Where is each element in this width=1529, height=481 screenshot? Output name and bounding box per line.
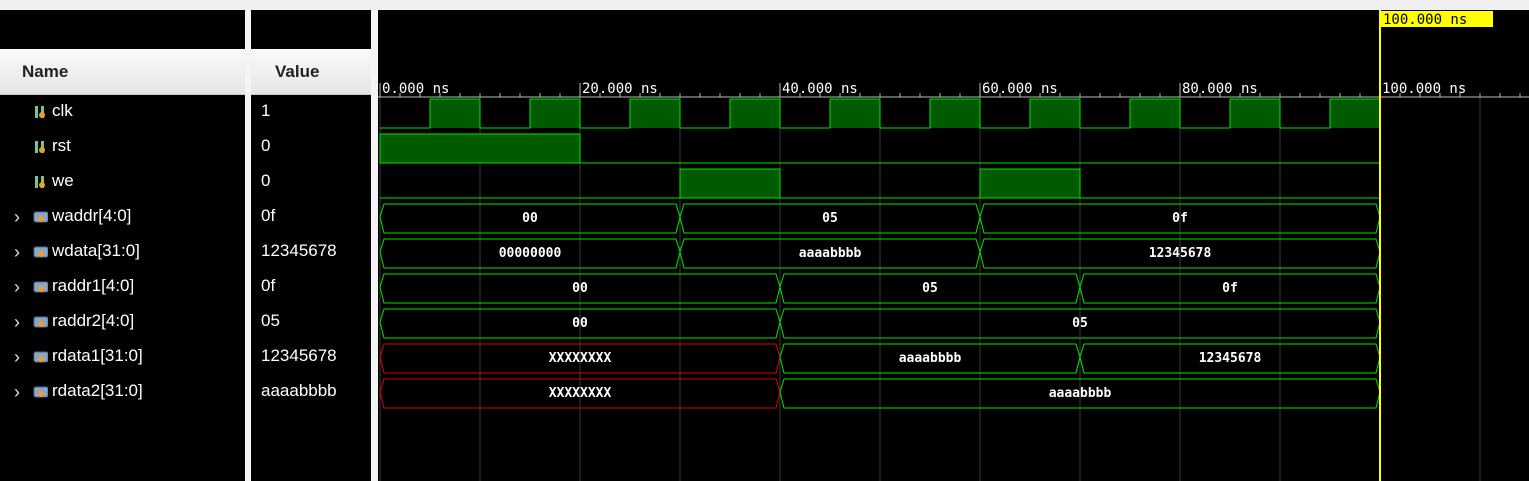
ruler-tick-label: 60.000 ns	[982, 81, 1058, 97]
bus-segment-label: XXXXXXXX	[549, 351, 612, 366]
bus-segment-label: 12345678	[1199, 351, 1262, 366]
signal-value: aaaabbbb	[261, 381, 337, 400]
we-high-fill	[979, 168, 1081, 199]
pane-splitter[interactable]	[371, 10, 378, 481]
bus-segment-label: 12345678	[1149, 246, 1212, 261]
signal-row-raddr1[interactable]: › raddr1[4:0] 0f	[0, 270, 371, 305]
clk-high-fill	[1030, 99, 1080, 128]
signal-name: wdata[31:0]	[52, 241, 140, 260]
ruler-tick-label: 80.000 ns	[1182, 81, 1258, 97]
bus-segment-label: 00000000	[499, 246, 562, 261]
we-high-fill	[679, 168, 781, 199]
bus-segment-label: 0f	[1172, 211, 1188, 226]
signal-row-raddr2[interactable]: › raddr2[4:0] 05	[0, 305, 371, 340]
bus-signal-icon	[33, 316, 48, 328]
signal-row-rdata2[interactable]: › rdata2[31:0] aaaabbbb	[0, 375, 371, 410]
clk-high-fill	[530, 99, 580, 128]
clk-high-fill	[730, 99, 780, 128]
rst-high-fill	[379, 133, 581, 164]
name-column-header[interactable]: Name	[0, 49, 245, 95]
ruler-tick-label: 100.000 ns	[1382, 81, 1466, 97]
bus-signal-icon	[33, 386, 48, 398]
bus-segment-label: 05	[1072, 316, 1088, 331]
bus-segment-label: 0f	[1222, 281, 1238, 296]
signal-name: rdata2[31:0]	[52, 381, 143, 400]
bus-signal-icon	[33, 246, 48, 258]
signal-value: 1	[261, 101, 271, 120]
signal-row-we[interactable]: we 0	[0, 165, 371, 200]
bit-signal-icon	[35, 106, 45, 118]
bus-segment-label: 00	[572, 281, 588, 296]
expand-chevron-icon[interactable]: ›	[14, 313, 24, 331]
signal-row-waddr[interactable]: › waddr[4:0] 0f	[0, 200, 371, 235]
bit-signal-icon	[35, 176, 45, 188]
bus-segment-label: aaaabbbb	[899, 351, 962, 366]
clk-high-fill	[1330, 99, 1380, 128]
expand-chevron-icon[interactable]: ›	[14, 383, 24, 401]
ruler-tick-label: 0.000 ns	[382, 81, 449, 97]
ruler-tick-label: 40.000 ns	[782, 81, 858, 97]
signal-value: 12345678	[261, 346, 337, 365]
clk-waveform	[380, 98, 1381, 129]
bit-signal-icon	[35, 141, 45, 153]
signal-name: waddr[4:0]	[52, 206, 132, 225]
signal-name: we	[52, 171, 74, 190]
signal-row-clk[interactable]: clk 1	[0, 95, 371, 130]
bus-signal-icon	[33, 281, 48, 293]
signal-value: 05	[261, 311, 280, 330]
bus-signal-icon	[33, 211, 48, 223]
bus-segment-label: aaaabbbb	[1049, 386, 1112, 401]
signal-name: rdata1[31:0]	[52, 346, 143, 365]
bus-segment-label: XXXXXXXX	[549, 386, 612, 401]
bus-segment-label: aaaabbbb	[799, 246, 862, 261]
expand-chevron-icon[interactable]: ›	[14, 243, 24, 261]
clk-high-fill	[830, 99, 880, 128]
signal-value: 12345678	[261, 241, 337, 260]
ruler-tick-label: 20.000 ns	[582, 81, 658, 97]
bus-segment-label: 05	[822, 211, 838, 226]
bus-segment-label: 05	[922, 281, 938, 296]
expand-chevron-icon[interactable]: ›	[14, 348, 24, 366]
signal-value: 0f	[261, 276, 276, 295]
cursor-time-label: 100.000 ns	[1383, 12, 1467, 28]
signal-name: raddr1[4:0]	[52, 276, 135, 295]
expand-chevron-icon[interactable]: ›	[14, 208, 24, 226]
signal-value: 0	[261, 136, 271, 155]
bus-segment-label: 00	[522, 211, 538, 226]
bus-signal-icon	[33, 351, 48, 363]
signal-name: rst	[52, 136, 71, 155]
clk-high-fill	[1230, 99, 1280, 128]
clk-high-fill	[930, 99, 980, 128]
signal-value: 0f	[261, 206, 276, 225]
window-top-strip	[0, 0, 1529, 10]
clk-high-fill	[630, 99, 680, 128]
signal-name: raddr2[4:0]	[52, 311, 135, 330]
clk-high-fill	[1130, 99, 1180, 128]
waveform-view[interactable]: 0.000 ns 20.000 ns 40.000 ns 60.000 ns 80.00…	[378, 10, 1529, 481]
clk-high-fill	[430, 99, 480, 128]
bus-segment-label: 00	[572, 316, 588, 331]
signal-name: clk	[52, 101, 73, 120]
expand-chevron-icon[interactable]: ›	[14, 278, 24, 296]
signal-row-rst[interactable]: rst 0	[0, 130, 371, 165]
signal-row-rdata1[interactable]: › rdata1[31:0] 12345678	[0, 340, 371, 375]
value-column-header[interactable]: Value	[251, 49, 371, 95]
signal-value: 0	[261, 171, 271, 190]
signal-row-wdata[interactable]: › wdata[31:0] 12345678	[0, 235, 371, 270]
